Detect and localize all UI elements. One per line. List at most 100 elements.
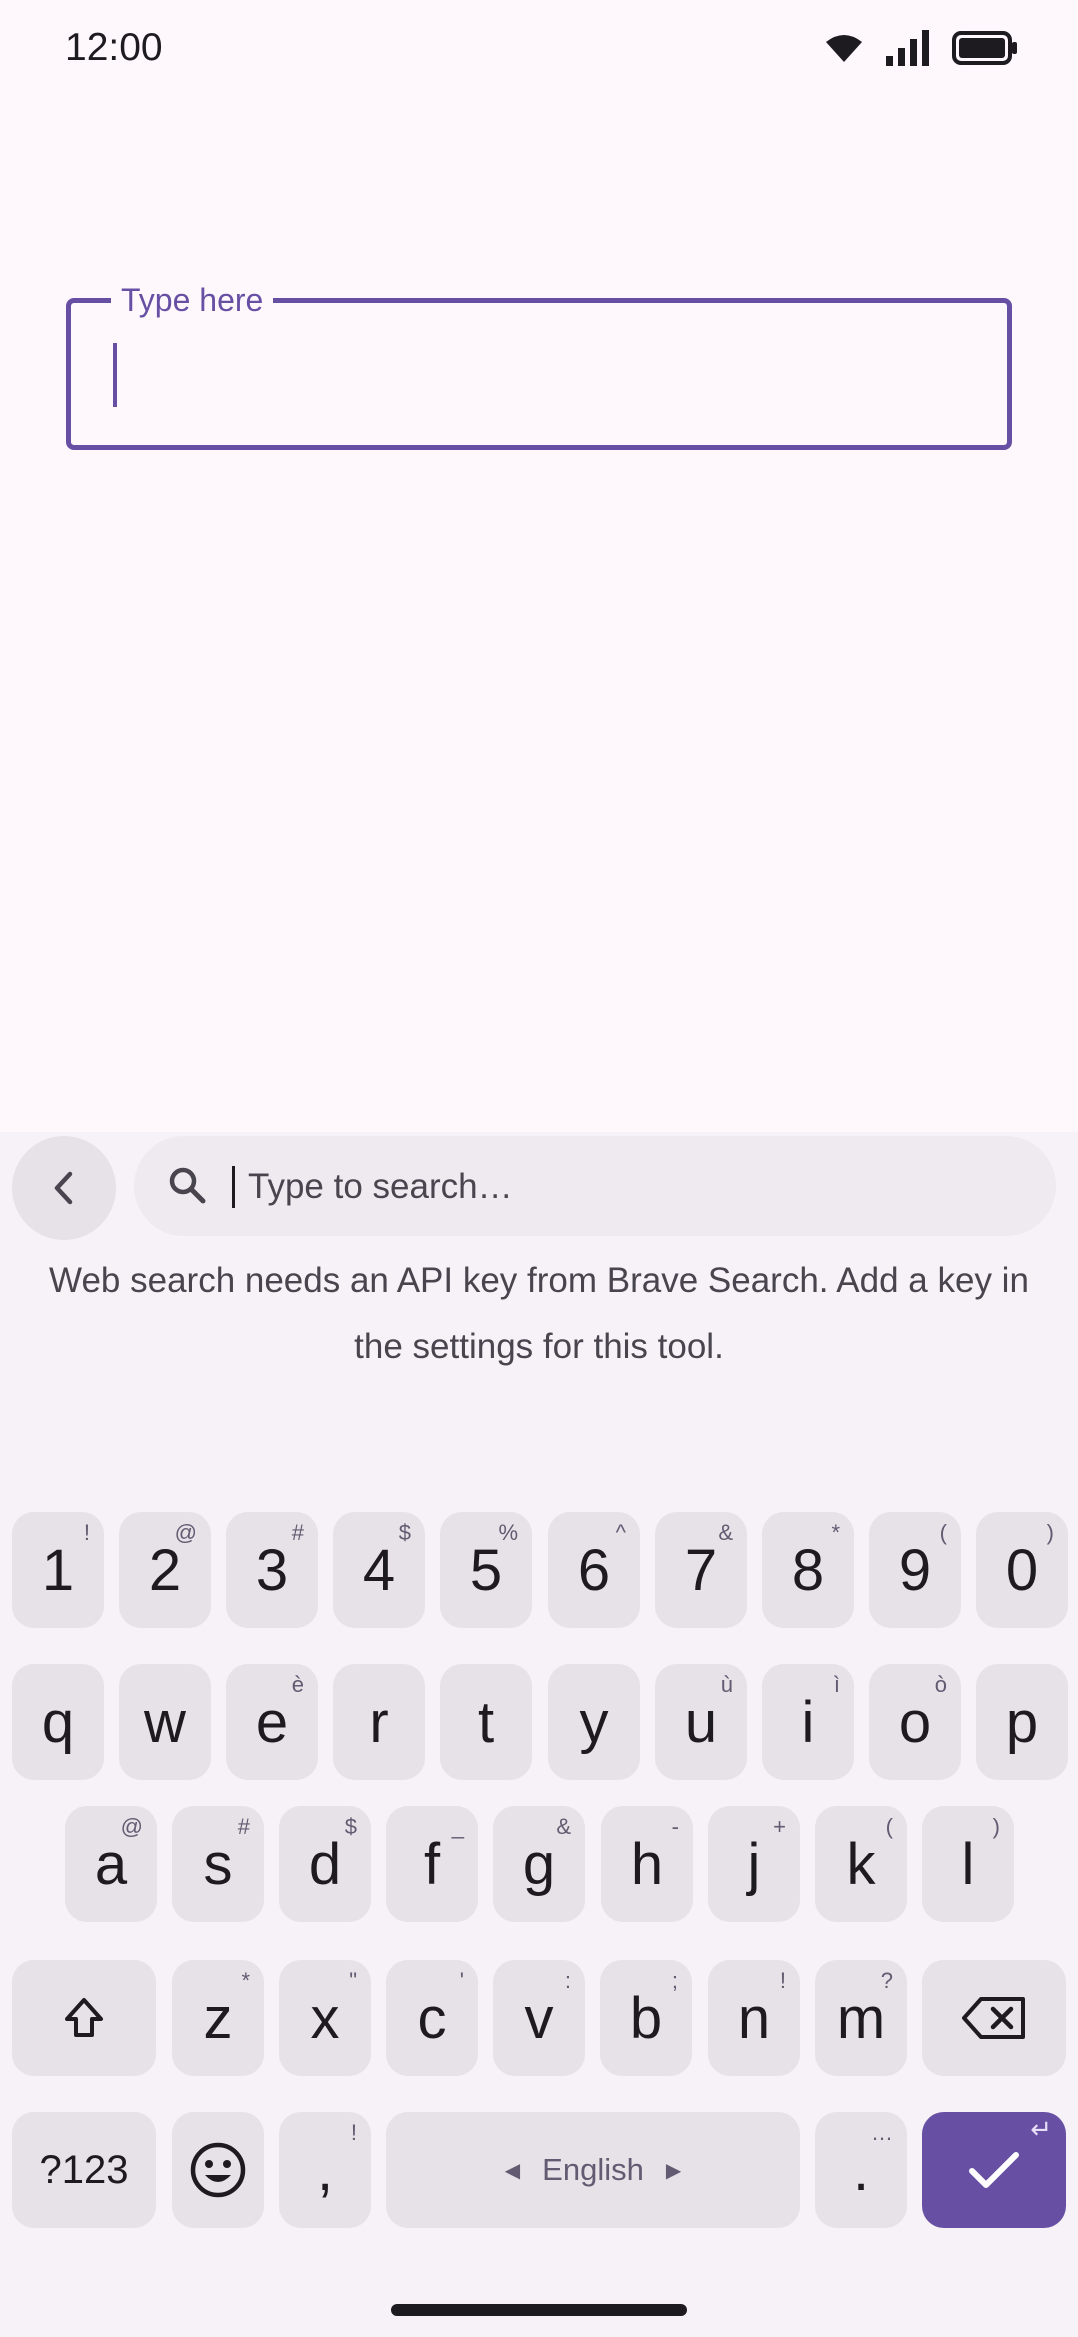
key-j[interactable]: j +	[708, 1806, 800, 1922]
web-search-message: Web search needs an API key from Brave S…	[49, 1261, 1029, 1366]
key-label: t	[477, 1689, 495, 1755]
key-s[interactable]: s #	[172, 1806, 264, 1922]
key-hint: '	[459, 1968, 464, 1993]
key-hint: #	[237, 1814, 250, 1839]
key-hint: è	[291, 1672, 304, 1697]
key-o[interactable]: oò	[869, 1664, 961, 1780]
key-x[interactable]: x "	[279, 1960, 371, 2076]
backspace-key[interactable]	[922, 1960, 1066, 2076]
key-hint: !	[779, 1968, 786, 1993]
checkmark-icon	[969, 2152, 1019, 2188]
key-y[interactable]: y	[548, 1664, 640, 1780]
key-label: z	[203, 1985, 233, 2051]
key-7[interactable]: 7 &	[655, 1512, 747, 1628]
key-m[interactable]: m?	[815, 1960, 907, 2076]
key-hint: +	[773, 1814, 786, 1839]
key-n[interactable]: n!	[708, 1960, 800, 2076]
key-hint: _	[451, 1814, 464, 1839]
key-t[interactable]: t	[440, 1664, 532, 1780]
wifi-icon	[826, 35, 862, 62]
key-label: e	[255, 1689, 289, 1755]
key-label: m	[836, 1985, 886, 2051]
key-i[interactable]: iì	[762, 1664, 854, 1780]
key-label: .	[852, 2137, 870, 2203]
key-r[interactable]: r	[333, 1664, 425, 1780]
key-hint: ì	[833, 1672, 840, 1697]
search-placeholder: Type to search…	[248, 1167, 513, 1206]
key-g[interactable]: g &	[493, 1806, 585, 1922]
key-q[interactable]: q	[12, 1664, 104, 1780]
key-label: ?123	[39, 2147, 129, 2192]
key-3[interactable]: 3 #	[226, 1512, 318, 1628]
key-label: d	[308, 1831, 342, 1897]
status-bar: 12:00	[0, 0, 1078, 96]
key-label: 9	[898, 1537, 932, 1603]
symbols-key[interactable]: ?123	[12, 2112, 156, 2228]
key-label: y	[579, 1689, 609, 1755]
key-5[interactable]: 5%	[440, 1512, 532, 1628]
key-8[interactable]: 8 *	[762, 1512, 854, 1628]
key-hint: &	[556, 1814, 571, 1839]
key-hint: )	[992, 1814, 1000, 1839]
key-hint: ?	[880, 1968, 893, 1993]
key-h[interactable]: h-	[601, 1806, 693, 1922]
text-cursor	[113, 343, 117, 407]
key-hint: @	[120, 1814, 143, 1839]
key-label: 5	[469, 1537, 503, 1603]
key-e[interactable]: eè	[226, 1664, 318, 1780]
key-2[interactable]: 2 @	[119, 1512, 211, 1628]
key-label: j	[747, 1831, 761, 1897]
key-0[interactable]: 0)	[976, 1512, 1068, 1628]
enter-key[interactable]: ↵	[922, 2112, 1066, 2228]
key-label: k	[846, 1831, 876, 1897]
status-icons	[824, 28, 1018, 68]
key-k[interactable]: k(	[815, 1806, 907, 1922]
shift-key[interactable]	[12, 1960, 156, 2076]
space-key[interactable]: ◀ English ▶	[386, 2112, 800, 2228]
key-w[interactable]: w	[119, 1664, 211, 1780]
key-label: o	[898, 1689, 932, 1755]
period-key[interactable]: .…	[815, 2112, 907, 2228]
shift-icon	[65, 1998, 103, 2037]
emoji-key[interactable]	[172, 2112, 264, 2228]
key-p[interactable]: p	[976, 1664, 1068, 1780]
keyboard-search-input[interactable]: Type to search…	[134, 1136, 1056, 1236]
key-label: n	[737, 1985, 771, 2051]
key-hint: &	[718, 1520, 733, 1545]
home-indicator[interactable]	[391, 2304, 687, 2316]
key-hint: *	[241, 1968, 250, 1993]
key-9[interactable]: 9(	[869, 1512, 961, 1628]
key-hint: :	[564, 1968, 571, 1993]
emoji-icon	[190, 2142, 246, 2198]
key-b[interactable]: b;	[600, 1960, 692, 2076]
comma-key[interactable]: ,!	[279, 2112, 371, 2228]
key-label: s	[203, 1831, 233, 1897]
key-z[interactable]: z *	[172, 1960, 264, 2076]
key-f[interactable]: f _	[386, 1806, 478, 1922]
search-icon	[169, 1167, 206, 1204]
key-1[interactable]: 1!	[12, 1512, 104, 1628]
key-hint: …	[871, 2120, 893, 2145]
key-hint: "	[349, 1968, 357, 1993]
back-button[interactable]	[12, 1136, 116, 1240]
language-right-arrow-icon: ▶	[665, 2159, 682, 2182]
key-label: 0	[1005, 1537, 1039, 1603]
key-hint: ò	[934, 1672, 947, 1697]
key-a[interactable]: a @	[65, 1806, 157, 1922]
key-6[interactable]: 6 ^	[548, 1512, 640, 1628]
key-d[interactable]: d $	[279, 1806, 371, 1922]
key-c[interactable]: c '	[386, 1960, 478, 2076]
key-label: i	[801, 1689, 815, 1755]
type-here-field[interactable]: Type here	[66, 281, 1012, 450]
key-hint: ù	[720, 1672, 733, 1697]
key-label: q	[41, 1689, 75, 1755]
key-label: b	[629, 1985, 663, 2051]
key-l[interactable]: l)	[922, 1806, 1014, 1922]
key-4[interactable]: 4 $	[333, 1512, 425, 1628]
key-label: ,	[316, 2137, 334, 2203]
key-hint: !	[83, 1520, 90, 1545]
key-label: u	[684, 1689, 718, 1755]
key-v[interactable]: v:	[493, 1960, 585, 2076]
key-hint: #	[291, 1520, 304, 1545]
key-u[interactable]: uù	[655, 1664, 747, 1780]
